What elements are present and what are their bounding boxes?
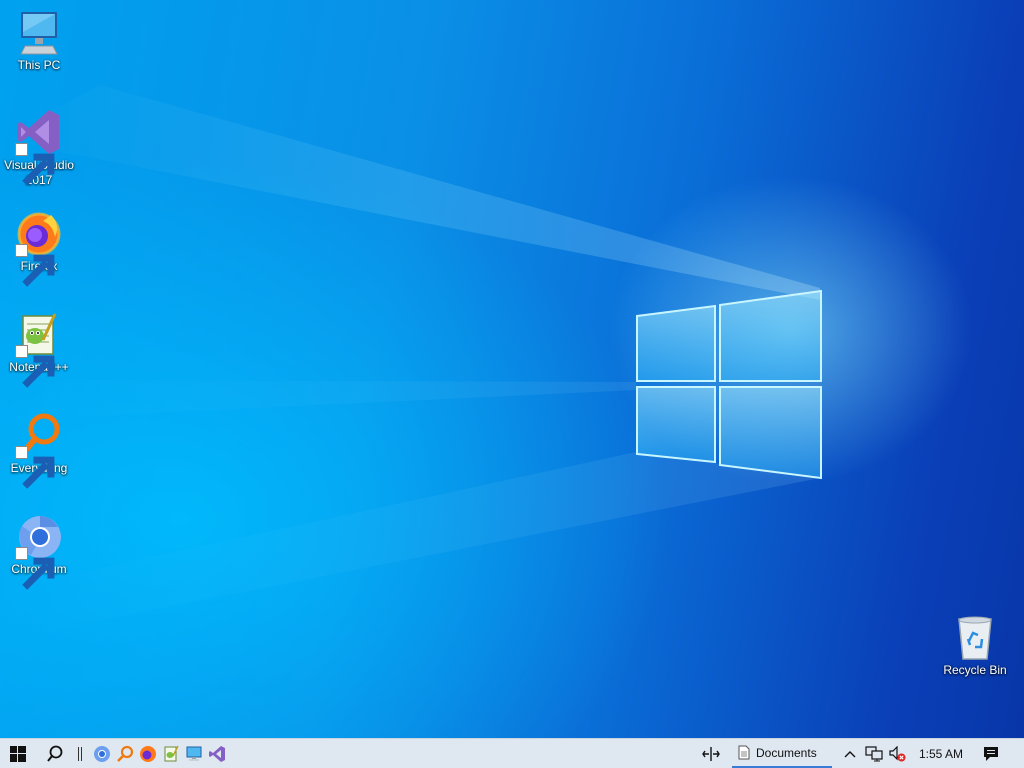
- taskbar-pin-notepad-plus-plus[interactable]: [160, 739, 182, 768]
- documents-toolbar-label: Documents: [756, 745, 817, 760]
- desktop-icon-firefox[interactable]: Firefox: [1, 209, 77, 287]
- desktop-icon-everything[interactable]: Everything: [1, 411, 77, 489]
- search-icon: [47, 745, 63, 762]
- recycle-bin-icon: [951, 613, 999, 661]
- network-icon: [865, 745, 883, 761]
- desktop-icon-this-pc[interactable]: This PC: [1, 8, 77, 73]
- taskbar-pin-everything[interactable]: [114, 739, 136, 768]
- firefox-icon: [15, 209, 63, 287]
- desktop-icon-label: This PC: [17, 58, 61, 72]
- firefox-icon: [140, 745, 156, 762]
- everything-icon: [117, 745, 134, 762]
- desktop-icon-visual-studio[interactable]: Visual Studio 2017: [1, 108, 77, 188]
- search-button[interactable]: [38, 739, 72, 768]
- action-center-button[interactable]: [978, 739, 1004, 768]
- monitor-icon: [15, 8, 63, 56]
- taskbar-clock[interactable]: 1:55 AM: [912, 739, 970, 768]
- taskbar-pin-this-pc[interactable]: [183, 739, 205, 768]
- shortcut-arrow-icon: [15, 446, 55, 489]
- visual-studio-icon: [209, 745, 225, 762]
- wallpaper-light-beams: [0, 85, 820, 640]
- show-hidden-icons-button[interactable]: [840, 739, 860, 768]
- chromium-icon: [15, 512, 63, 590]
- windows-logo-wallpaper: [636, 289, 822, 480]
- shortcut-arrow-icon: [15, 244, 55, 287]
- desktop-icon-notepad-plus-plus[interactable]: Notepad++: [1, 310, 77, 388]
- taskbar: Documents 1:55 AM: [0, 738, 1024, 768]
- action-center-icon: [984, 746, 998, 761]
- volume-muted-icon: [889, 745, 906, 761]
- taskbar-pin-firefox[interactable]: [137, 739, 159, 768]
- notepad-plus-plus-icon: [15, 310, 63, 388]
- taskbar-grip-handle[interactable]: [74, 739, 86, 768]
- shortcut-arrow-icon: [15, 143, 55, 186]
- desktop-icon-recycle-bin[interactable]: Recycle Bin: [937, 613, 1013, 678]
- desktop-icon-label: Recycle Bin: [943, 663, 1007, 677]
- notepad-plus-plus-icon: [164, 745, 179, 761]
- toolbar-resize-handle[interactable]: [700, 739, 722, 768]
- show-hidden-icons-chevron-icon: [844, 750, 856, 757]
- visual-studio-icon: [15, 108, 63, 186]
- document-icon: [738, 745, 750, 760]
- magnifier-icon: [15, 411, 63, 489]
- desktop: This PC Visual Studio 2017 Firefox Notep…: [0, 0, 1024, 738]
- start-button[interactable]: [0, 739, 36, 768]
- shortcut-arrow-icon: [15, 345, 55, 388]
- network-tray-button[interactable]: [863, 739, 885, 768]
- chromium-icon: [94, 745, 110, 762]
- taskbar-pin-chromium[interactable]: [91, 739, 113, 768]
- desktop-icon-chromium[interactable]: Chromium: [1, 512, 77, 590]
- volume-tray-button[interactable]: [886, 739, 908, 768]
- shortcut-arrow-icon: [15, 547, 55, 590]
- taskbar-pin-visual-studio[interactable]: [206, 739, 228, 768]
- start-icon: [10, 745, 26, 762]
- documents-toolbar-button[interactable]: Documents: [732, 739, 832, 768]
- resize-arrows-icon: [702, 746, 720, 761]
- this-pc-icon: [186, 746, 202, 761]
- grip-icon: [78, 746, 82, 761]
